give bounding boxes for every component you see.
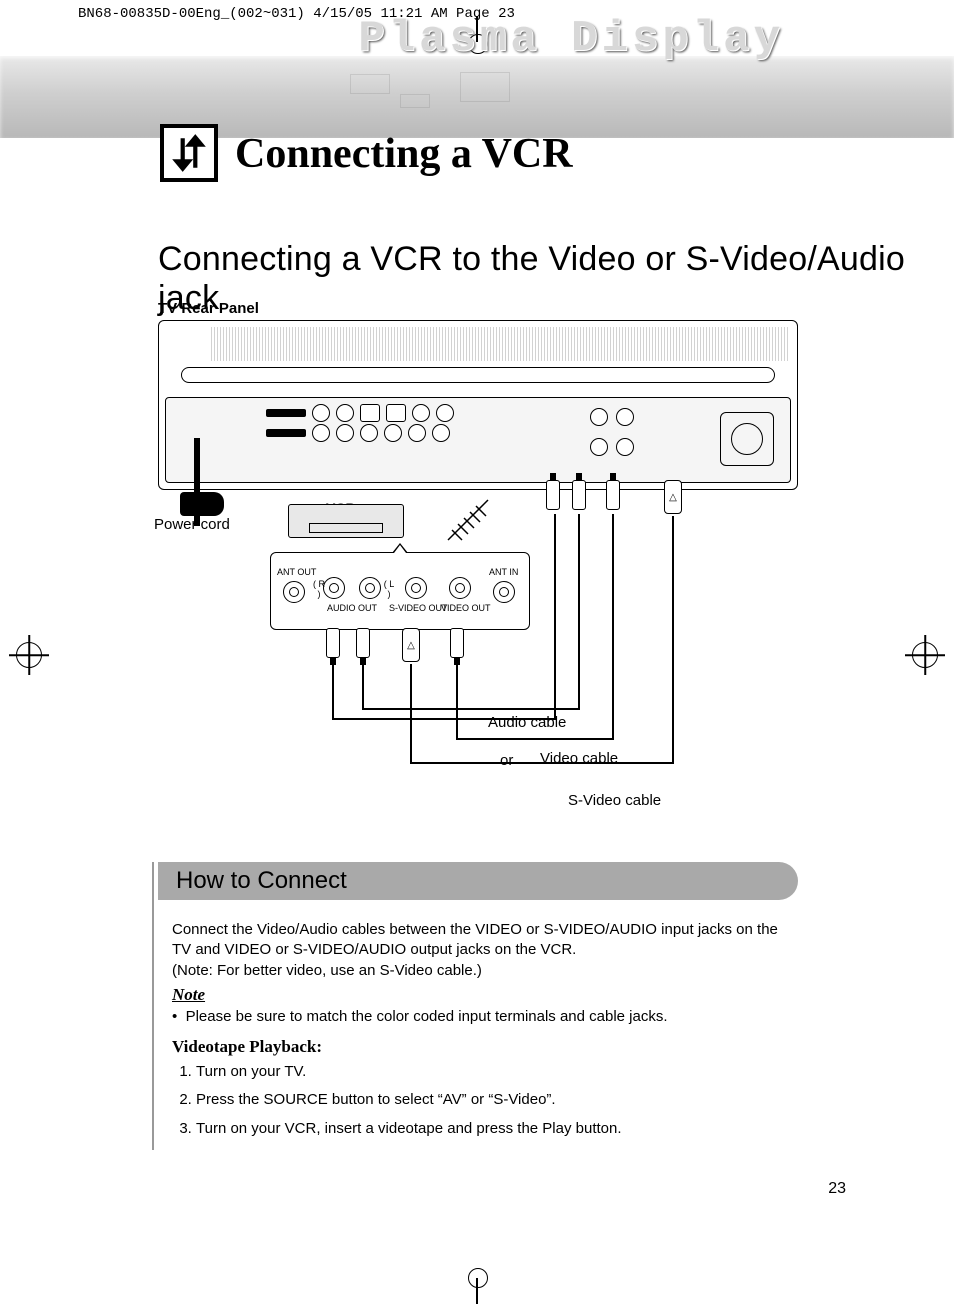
connector-icon [326,628,340,658]
connector-icon [356,628,370,658]
antenna-input-icon [720,412,774,466]
ant-out-label: ANT OUT [277,567,316,577]
vcr-device-icon [288,504,404,538]
svideo-out-label: S-VIDEO OUT [389,603,448,613]
connector-icon [572,480,586,510]
crop-mark-right [906,642,944,668]
video-out-label: VIDEO OUT [441,603,491,613]
r-label: ( R ) [313,579,325,599]
note-heading: Note [172,985,205,1004]
ant-in-label: ANT IN [489,567,518,577]
antenna-icon [438,490,498,550]
svideo-connector-icon [402,628,420,662]
connect-text-1: Connect the Video/Audio cables between t… [172,921,778,958]
banner-title: Plasma Display [358,14,784,64]
power-cord-line [194,438,200,526]
crop-mark-bottom [476,1278,478,1304]
svideo-connector-icon [664,480,682,514]
power-plug-icon [180,492,224,516]
step-1: Turn on your TV. [196,1062,792,1082]
videotape-heading: Videotape Playback: [172,1037,322,1056]
crop-mark-left [10,642,48,668]
connector-icon [450,628,464,658]
svideo-cable-label: S-Video cable [568,792,661,809]
or-label: or [500,752,513,769]
step-3: Turn on your VCR, insert a videotape and… [196,1119,792,1139]
section-icon [160,124,218,182]
section-subtitle: Connecting a VCR to the Video or S-Video… [158,240,954,318]
page-title: Connecting a VCR [235,130,573,178]
power-cord-label: Power cord [154,516,230,533]
l-label: ( L ) [383,579,395,599]
connect-text-2: (Note: For better video, use an S-Video … [172,962,482,979]
page-number: 23 [828,1180,846,1198]
connect-paragraph: Connect the Video/Audio cables between t… [172,920,792,981]
audio-out-label: AUDIO OUT [327,603,377,613]
diagram-caption: TV Rear Panel [158,300,259,317]
connection-diagram: VCR Power cord ANT OUT ( R ) ( L ) AUDIO… [158,320,798,820]
how-to-connect-text: How to Connect [176,867,347,895]
tv-rear-panel [158,320,798,490]
step-2: Press the SOURCE button to select “AV” o… [196,1090,792,1110]
vcr-rear-panel: ANT OUT ( R ) ( L ) AUDIO OUT S-VIDEO OU… [270,552,530,630]
section-rule [152,862,154,1150]
video-cable-label: Video cable [540,750,618,767]
banner-decoration [340,64,654,124]
how-to-connect-heading: How to Connect [158,862,798,900]
connector-icon [606,480,620,510]
playback-steps: Turn on your TV. Press the SOURCE button… [196,1062,792,1139]
audio-cable-label: Audio cable [488,714,566,731]
note-bullet: • Please be sure to match the color code… [172,1008,668,1025]
connector-icon [546,480,560,510]
